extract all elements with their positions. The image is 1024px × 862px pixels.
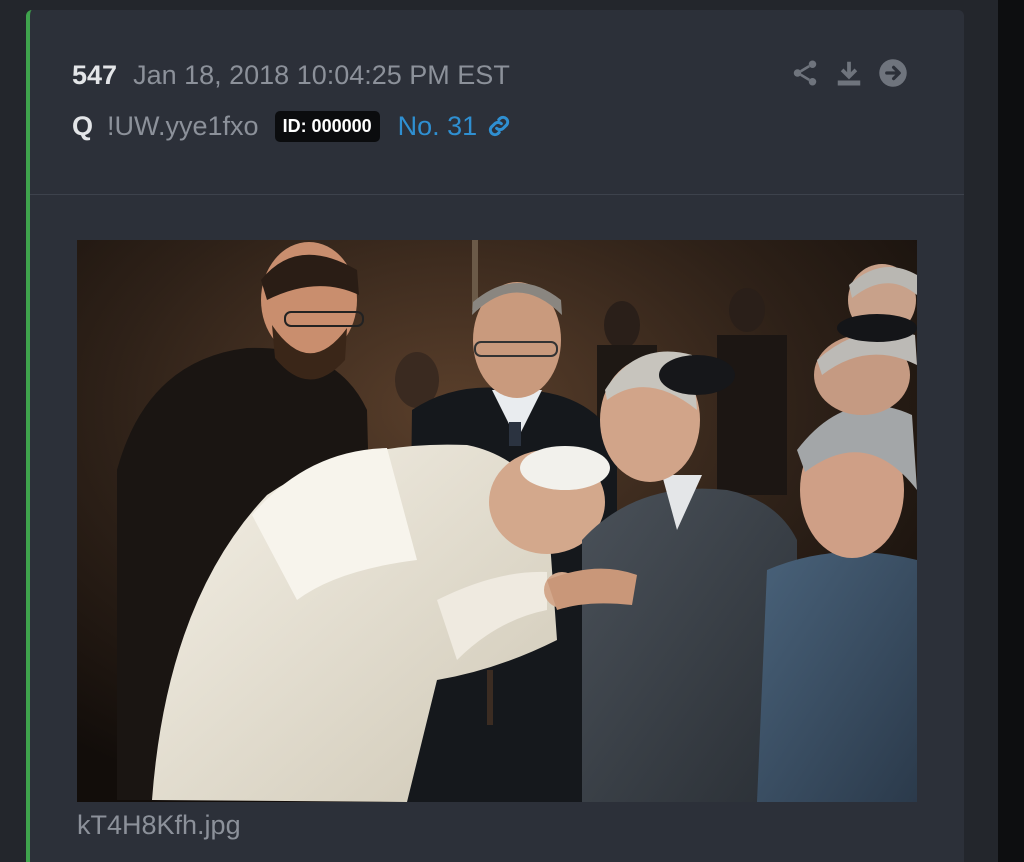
post-tripcode: !UW.yye1fxo — [107, 110, 259, 141]
post-number: 547 — [72, 59, 118, 90]
post-meta-row: 547 Jan 18, 2018 10:04:25 PM EST — [72, 58, 510, 92]
post-author-row: Q !UW.yye1fxo ID: 000000 No. 31 — [72, 108, 513, 144]
post-card: 547 Jan 18, 2018 10:04:25 PM EST Q !UW.y… — [26, 10, 964, 862]
attachment-filename[interactable]: kT4H8Kfh.jpg — [77, 810, 241, 841]
share-icon[interactable] — [790, 58, 820, 88]
post-link[interactable]: No. 31 — [398, 111, 514, 142]
scrollbar-track[interactable] — [998, 0, 1024, 862]
post-image[interactable] — [77, 240, 917, 802]
arrow-right-circle-icon[interactable] — [878, 58, 908, 88]
link-icon[interactable] — [485, 112, 513, 140]
post-author: Q — [72, 110, 94, 141]
post-date: Jan 18, 2018 10:04:25 PM EST — [133, 59, 510, 90]
post-link-label[interactable]: No. 31 — [398, 111, 478, 142]
post-header: 547 Jan 18, 2018 10:04:25 PM EST Q !UW.y… — [30, 10, 964, 195]
post-actions — [790, 58, 922, 88]
download-icon[interactable] — [834, 58, 864, 88]
id-badge: ID: 000000 — [274, 110, 380, 142]
page: 547 Jan 18, 2018 10:04:25 PM EST Q !UW.y… — [0, 0, 1024, 862]
